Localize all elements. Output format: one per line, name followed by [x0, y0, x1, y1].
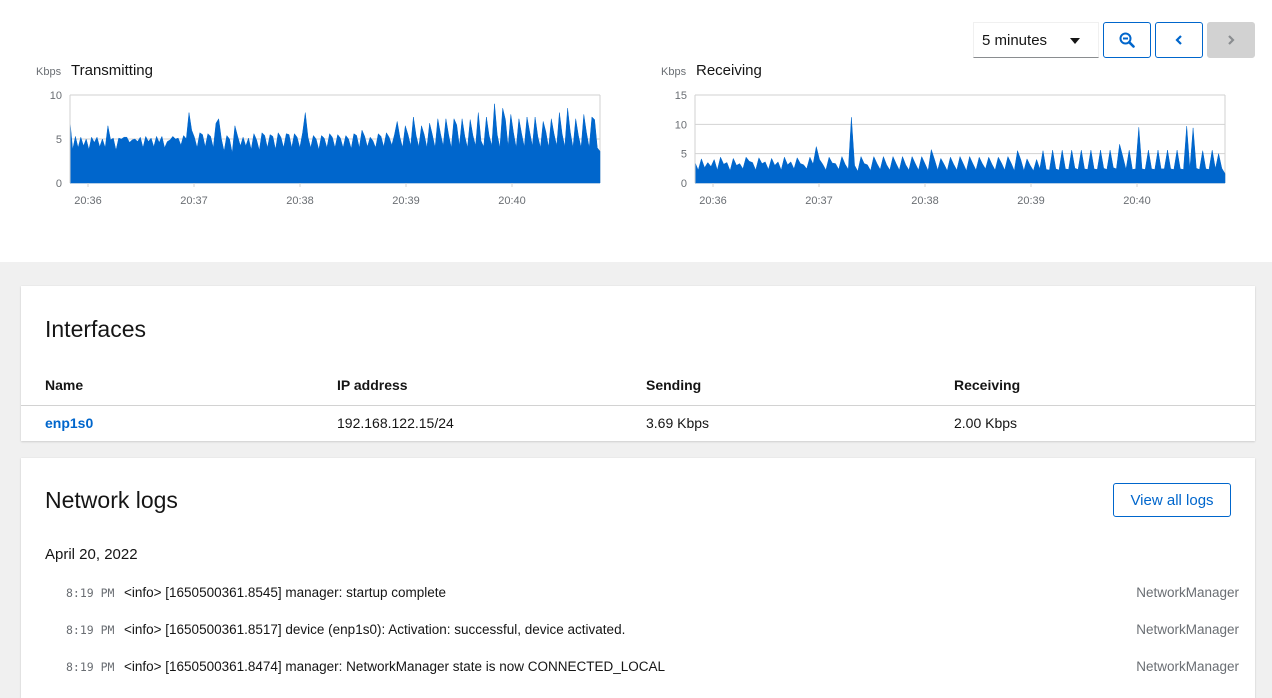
log-source: NetworkManager: [1136, 659, 1239, 674]
y-tick-label: 0: [56, 178, 62, 190]
table-row[interactable]: enp1s0 192.168.122.15/24 3.69 Kbps 2.00 …: [21, 406, 1255, 441]
log-time: 8:19 PM: [66, 586, 115, 600]
y-tick-label: 5: [56, 134, 62, 146]
x-tick-label: 20:40: [1123, 195, 1151, 207]
y-tick-label: 10: [50, 90, 62, 102]
interface-ip: 192.168.122.15/24: [337, 415, 454, 431]
graphs-panel: 5 minutes Kbps Transmitting 0 5 10 20:36 20:…: [0, 0, 1272, 262]
column-header-receiving[interactable]: Receiving: [954, 377, 1020, 393]
previous-button[interactable]: [1155, 22, 1203, 58]
log-message: <info> [1650500361.8474] manager: Networ…: [124, 659, 666, 674]
column-header-name[interactable]: Name: [45, 377, 83, 393]
log-date-heading: April 20, 2022: [45, 546, 138, 563]
x-tick-label: 20:37: [180, 195, 208, 207]
time-range-value: 5 minutes: [982, 31, 1048, 49]
time-range-select[interactable]: 5 minutes: [973, 22, 1099, 58]
y-tick-label: 10: [675, 119, 687, 131]
y-tick-label: 0: [681, 178, 687, 190]
y-tick-label: 5: [681, 149, 687, 161]
log-time: 8:19 PM: [66, 623, 115, 637]
transmitting-plot: 0 5 10 20:36 20:37 20:38 20:39 20:40: [50, 90, 601, 207]
search-minus-icon: [1119, 32, 1135, 48]
receiving-plot: 0 5 10 15 20:36 20:37 20:38 20:39 20:40: [675, 90, 1226, 207]
log-source: NetworkManager: [1136, 622, 1239, 637]
interfaces-title: Interfaces: [45, 316, 146, 342]
series-area: [694, 117, 1226, 184]
series-area: [69, 103, 601, 184]
log-entry[interactable]: 8:19 PM <info> [1650500361.8517] device (…: [66, 622, 1239, 642]
interfaces-card: Interfaces Name IP address Sending Recei…: [21, 286, 1255, 441]
y-tick-label: 15: [675, 90, 687, 102]
interfaces-table-header: Name IP address Sending Receiving: [21, 376, 1255, 406]
network-logs-card: Network logs View all logs April 20, 202…: [21, 458, 1255, 698]
x-tick-label: 20:39: [1017, 195, 1045, 207]
log-time: 8:19 PM: [66, 660, 115, 674]
angle-left-icon: [1175, 35, 1182, 45]
x-tick-label: 20:36: [699, 195, 727, 207]
log-message: <info> [1650500361.8545] manager: startu…: [124, 585, 446, 600]
graph-controls: 5 minutes: [973, 22, 1255, 58]
log-entry[interactable]: 8:19 PM <info> [1650500361.8474] manager:…: [66, 659, 1239, 679]
x-tick-label: 20:38: [286, 195, 314, 207]
x-tick-label: 20:37: [805, 195, 833, 207]
x-tick-label: 20:38: [911, 195, 939, 207]
x-tick-label: 20:40: [498, 195, 526, 207]
column-header-ip[interactable]: IP address: [337, 377, 408, 393]
x-tick-label: 20:39: [392, 195, 420, 207]
x-tick-label: 20:36: [74, 195, 102, 207]
interface-name-link[interactable]: enp1s0: [45, 415, 93, 431]
view-all-logs-button[interactable]: View all logs: [1113, 483, 1231, 517]
log-entry[interactable]: 8:19 PM <info> [1650500361.8545] manager:…: [66, 585, 1239, 605]
next-button[interactable]: [1207, 22, 1255, 58]
interface-receiving: 2.00 Kbps: [954, 415, 1018, 431]
network-logs-title: Network logs: [45, 487, 178, 513]
angle-right-icon: [1228, 35, 1235, 45]
zoom-out-button[interactable]: [1103, 22, 1151, 58]
caret-down-icon: [1070, 38, 1080, 44]
log-message: <info> [1650500361.8517] device (enp1s0)…: [124, 622, 626, 637]
interface-sending: 3.69 Kbps: [646, 415, 710, 431]
column-header-sending[interactable]: Sending: [646, 377, 701, 393]
log-source: NetworkManager: [1136, 585, 1239, 600]
